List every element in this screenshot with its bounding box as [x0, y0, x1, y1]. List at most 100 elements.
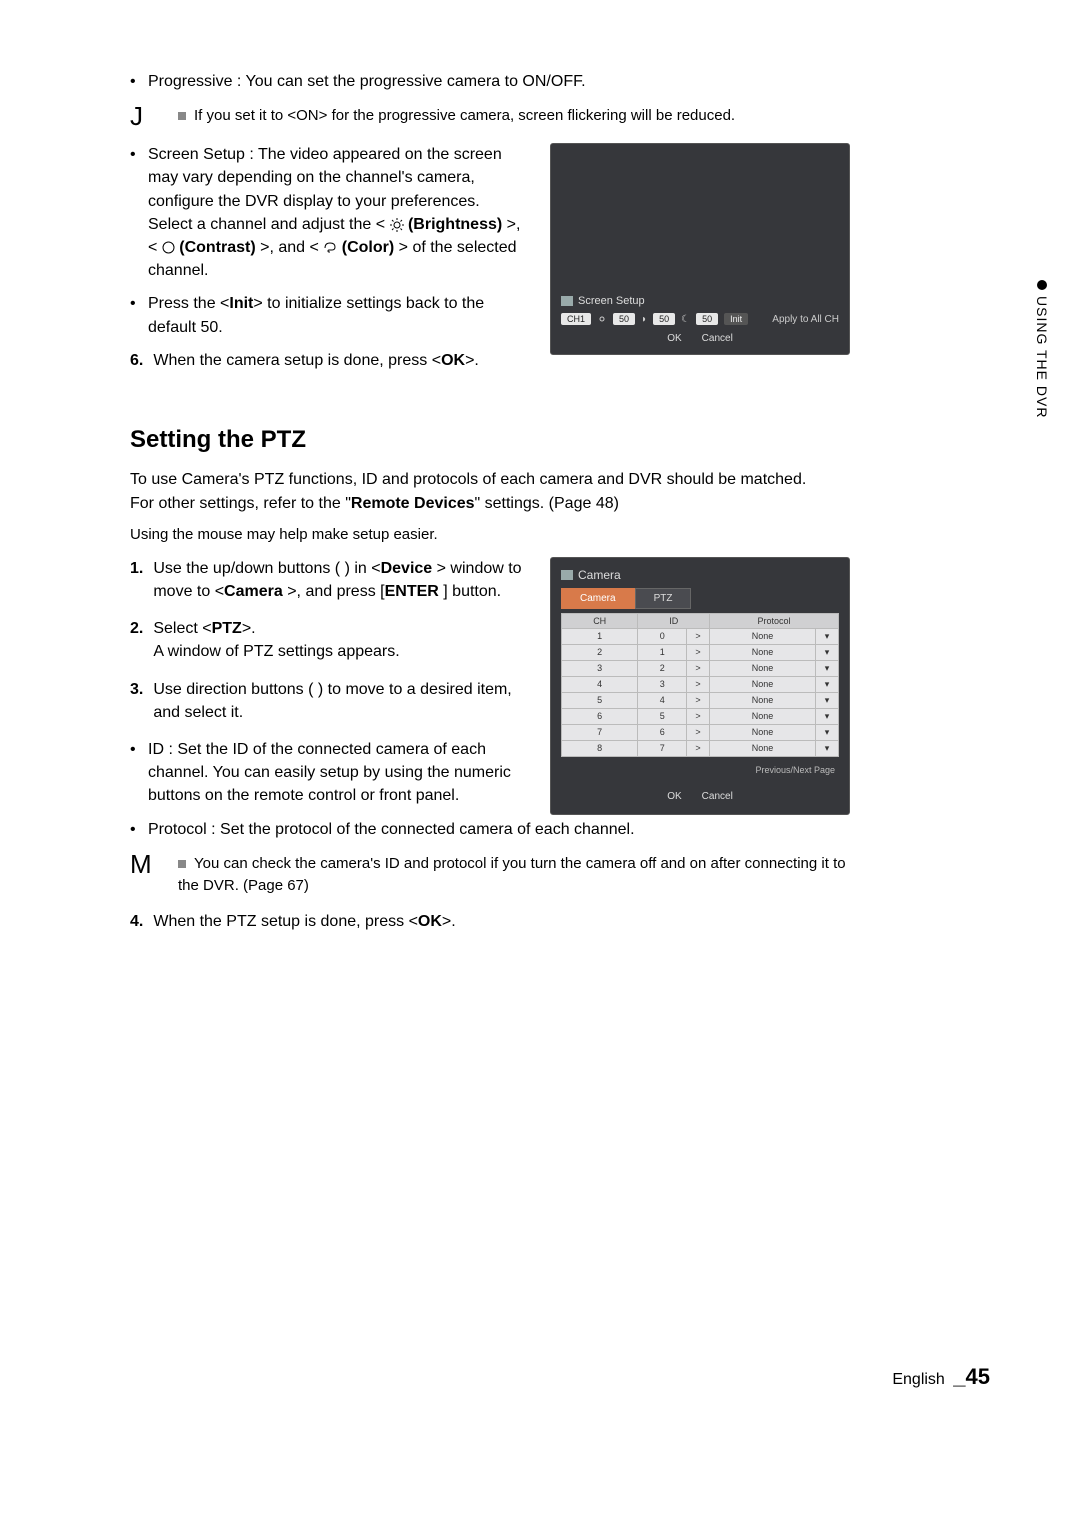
ss1-ok-button[interactable]: OK	[667, 333, 681, 344]
color-icon	[323, 241, 337, 254]
ss1-apply-all[interactable]: Apply to All CH	[772, 314, 839, 325]
cell-protocol[interactable]: None	[710, 724, 816, 740]
screenshot-screen-setup: Screen Setup CH1 50 ◗ 50 ☾ 50 Init Apply…	[550, 143, 850, 355]
screenshot-ptz: Camera Camera PTZ CH ID Protocol 10>None…	[550, 557, 850, 815]
bullet-id: ID : Set the ID of the connected camera …	[130, 738, 532, 808]
cell-ch: 7	[562, 724, 638, 740]
ss1-color-value[interactable]: 50	[696, 313, 718, 325]
bullet-protocol: Protocol : Set the protocol of the conne…	[130, 818, 850, 841]
square-bullet-icon	[178, 112, 186, 120]
ptz-table: CH ID Protocol 10>None▾21>None▾32>None▾4…	[561, 613, 839, 757]
cell-ch: 5	[562, 692, 638, 708]
cell-id[interactable]: 6	[638, 724, 687, 740]
note-m-body: You can check the camera's ID and protoc…	[178, 851, 850, 897]
cell-id-arrow[interactable]: >	[687, 740, 710, 756]
cell-protocol[interactable]: None	[710, 692, 816, 708]
cell-protocol-arrow[interactable]: ▾	[816, 660, 839, 676]
cell-protocol-arrow[interactable]: ▾	[816, 724, 839, 740]
heading-setting-ptz: Setting the PTZ	[130, 426, 850, 454]
ss1-brightness-value[interactable]: 50	[613, 313, 635, 325]
cell-id-arrow[interactable]: >	[687, 644, 710, 660]
table-row: 76>None▾	[562, 724, 839, 740]
th-ch: CH	[562, 613, 638, 628]
step-1: 1. Use the up/down buttons ( ) in <Devic…	[130, 557, 532, 603]
cell-id-arrow[interactable]: >	[687, 660, 710, 676]
cell-id[interactable]: 3	[638, 676, 687, 692]
tab-ptz[interactable]: PTZ	[635, 588, 692, 609]
th-protocol: Protocol	[710, 613, 839, 628]
bullet-init: Press the <Init> to initialize settings …	[130, 292, 532, 338]
cell-id[interactable]: 0	[638, 628, 687, 644]
cell-id-arrow[interactable]: >	[687, 708, 710, 724]
cell-protocol-arrow[interactable]: ▾	[816, 676, 839, 692]
cell-protocol-arrow[interactable]: ▾	[816, 708, 839, 724]
ss2-pager[interactable]: Previous/Next Page	[561, 757, 839, 785]
table-row: 87>None▾	[562, 740, 839, 756]
cell-protocol-arrow[interactable]: ▾	[816, 740, 839, 756]
cell-ch: 1	[562, 628, 638, 644]
brightness-icon	[390, 218, 404, 232]
ss1-init-button[interactable]: Init	[724, 313, 748, 325]
cell-protocol[interactable]: None	[710, 708, 816, 724]
cell-protocol[interactable]: None	[710, 740, 816, 756]
ptz-intro: To use Camera's PTZ functions, ID and pr…	[130, 468, 850, 516]
side-tab: USING THE DVR	[1034, 280, 1050, 418]
note-letter-m: M	[130, 851, 160, 897]
color-icon: ☾	[681, 314, 690, 325]
note-m: M You can check the camera's ID and prot…	[130, 851, 850, 897]
cell-protocol[interactable]: None	[710, 628, 816, 644]
table-row: 43>None▾	[562, 676, 839, 692]
side-tab-label: USING THE DVR	[1034, 296, 1050, 418]
table-row: 65>None▾	[562, 708, 839, 724]
cell-id[interactable]: 7	[638, 740, 687, 756]
table-row: 10>None▾	[562, 628, 839, 644]
table-row: 54>None▾	[562, 692, 839, 708]
note-j: J If you set it to <ON> for the progress…	[130, 103, 850, 129]
page-footer: English _45	[892, 1364, 990, 1390]
ss2-cancel-button[interactable]: Cancel	[702, 791, 733, 802]
step-2: 2. Select <PTZ>. A window of PTZ setting…	[130, 617, 532, 663]
cell-id[interactable]: 2	[638, 660, 687, 676]
cell-id-arrow[interactable]: >	[687, 676, 710, 692]
note-j-body: If you set it to <ON> for the progressiv…	[178, 103, 850, 129]
contrast-icon	[162, 241, 175, 254]
cell-id-arrow[interactable]: >	[687, 692, 710, 708]
th-id: ID	[638, 613, 710, 628]
table-row: 21>None▾	[562, 644, 839, 660]
cell-id-arrow[interactable]: >	[687, 628, 710, 644]
table-row: 32>None▾	[562, 660, 839, 676]
cell-protocol-arrow[interactable]: ▾	[816, 692, 839, 708]
step-6: 6. When the camera setup is done, press …	[130, 349, 532, 372]
cell-id[interactable]: 4	[638, 692, 687, 708]
cell-id[interactable]: 1	[638, 644, 687, 660]
ss2-ok-button[interactable]: OK	[667, 791, 681, 802]
cell-ch: 4	[562, 676, 638, 692]
contrast-icon: ◗	[641, 314, 647, 325]
brightness-icon	[597, 314, 607, 324]
cell-ch: 2	[562, 644, 638, 660]
cell-protocol-arrow[interactable]: ▾	[816, 628, 839, 644]
cell-ch: 3	[562, 660, 638, 676]
cell-protocol-arrow[interactable]: ▾	[816, 644, 839, 660]
ss1-contrast-value[interactable]: 50	[653, 313, 675, 325]
step-3: 3. Use direction buttons ( ) to move to …	[130, 678, 532, 724]
bullet-screen-setup: Screen Setup : The video appeared on the…	[130, 143, 532, 282]
cell-protocol[interactable]: None	[710, 660, 816, 676]
cell-ch: 8	[562, 740, 638, 756]
ss1-channel[interactable]: CH1	[561, 313, 591, 325]
cell-protocol[interactable]: None	[710, 644, 816, 660]
bullet-progressive: Progressive : You can set the progressiv…	[130, 70, 850, 93]
ptz-hint: Using the mouse may help make setup easi…	[130, 526, 850, 543]
ss1-title: Screen Setup	[561, 295, 839, 307]
tab-camera[interactable]: Camera	[561, 588, 635, 609]
cell-id[interactable]: 5	[638, 708, 687, 724]
ss1-cancel-button[interactable]: Cancel	[702, 333, 733, 344]
cell-protocol[interactable]: None	[710, 676, 816, 692]
note-letter-j: J	[130, 103, 160, 129]
bullet-dot-icon	[1037, 280, 1047, 290]
cell-id-arrow[interactable]: >	[687, 724, 710, 740]
square-bullet-icon	[178, 860, 186, 868]
step-4: 4. When the PTZ setup is done, press <OK…	[130, 910, 850, 933]
cell-ch: 6	[562, 708, 638, 724]
ss2-title: Camera	[561, 568, 839, 582]
